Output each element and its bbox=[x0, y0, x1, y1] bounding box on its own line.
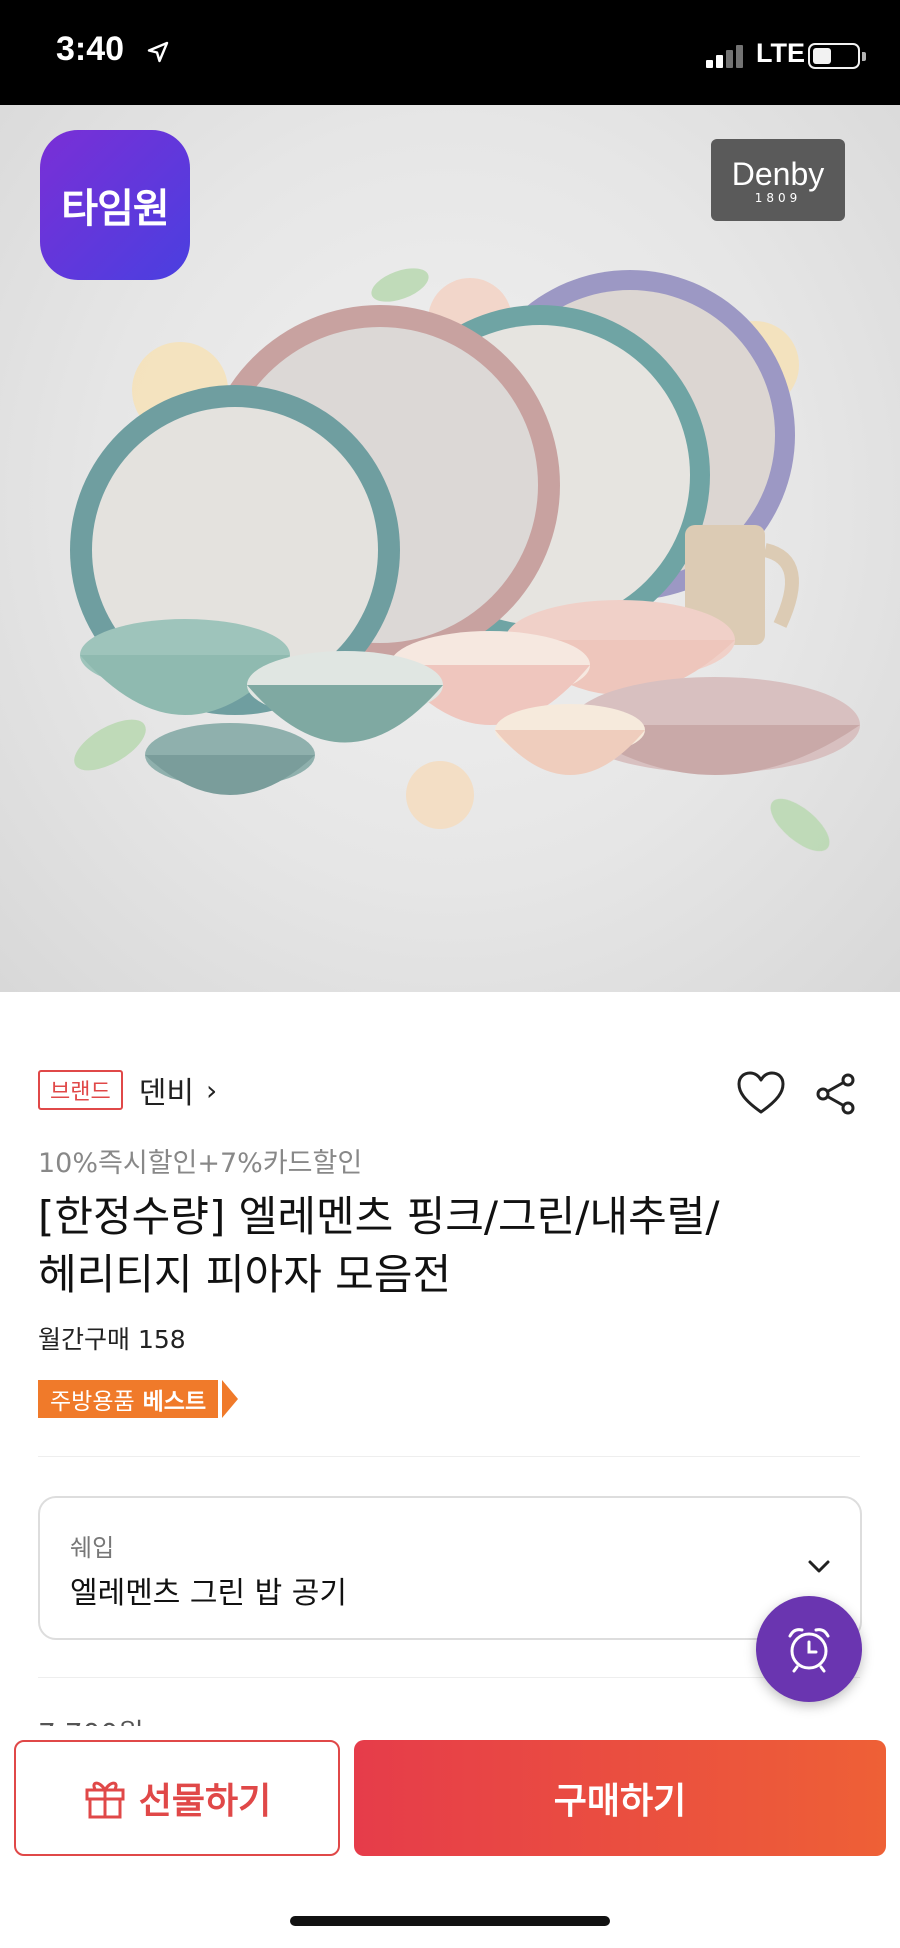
divider bbox=[38, 1456, 860, 1457]
option-label: 쉐입 bbox=[70, 1534, 115, 1562]
brand-link[interactable]: 브랜드 덴비 › bbox=[38, 1070, 218, 1111]
discount-text: 10%즉시할인+7%카드할인 bbox=[38, 1148, 363, 1179]
best-badge-arrow bbox=[222, 1380, 238, 1418]
network-type: LTE bbox=[756, 38, 805, 68]
gift-icon bbox=[85, 1781, 125, 1819]
brand-tag: 브랜드 bbox=[38, 1070, 123, 1110]
product-hero-image[interactable]: 타임원 Denby 1809 bbox=[0, 105, 900, 992]
battery-icon bbox=[808, 43, 860, 69]
alarm-clock-button[interactable] bbox=[756, 1596, 862, 1702]
bottom-action-bar: 선물하기 구매하기 bbox=[0, 1726, 900, 1948]
buy-button-label: 구매하기 bbox=[553, 1781, 687, 1822]
best-badge-label: 베스트 bbox=[142, 1389, 207, 1415]
divider bbox=[38, 1677, 860, 1678]
product-title: [한정수량] 엘레멘츠 핑크/그린/내추럴/헤리티지 피아자 모음전 bbox=[38, 1192, 720, 1299]
best-badge: 주방용품 베스트 bbox=[38, 1380, 219, 1418]
timeone-app-logo: 타임원 bbox=[40, 130, 190, 280]
shape-option-select[interactable]: 쉐입 엘레멘츠 그린 밥 공기 bbox=[38, 1496, 862, 1640]
buy-button[interactable]: 구매하기 bbox=[354, 1740, 886, 1856]
share-icon[interactable] bbox=[814, 1072, 858, 1116]
status-bar: 3:40 LTE bbox=[0, 0, 900, 105]
best-badge-category: 주방용품 bbox=[50, 1389, 135, 1415]
status-time: 3:40 bbox=[56, 30, 125, 68]
option-value: 엘레멘츠 그린 밥 공기 bbox=[70, 1576, 348, 1611]
brand-name: 덴비 bbox=[138, 1076, 194, 1111]
heart-icon[interactable] bbox=[736, 1070, 786, 1116]
denby-brand-logo: Denby 1809 bbox=[711, 139, 845, 221]
home-indicator[interactable] bbox=[290, 1916, 610, 1926]
gift-button-label: 선물하기 bbox=[138, 1781, 272, 1822]
cellular-signal-icon bbox=[706, 44, 746, 68]
alarm-clock-icon bbox=[788, 1628, 830, 1673]
monthly-purchases: 월간구매 158 bbox=[38, 1325, 186, 1354]
gift-button[interactable]: 선물하기 bbox=[14, 1740, 340, 1856]
chevron-down-icon bbox=[808, 1560, 830, 1573]
chevron-right-icon: › bbox=[205, 1073, 218, 1107]
location-arrow-icon bbox=[147, 41, 169, 63]
